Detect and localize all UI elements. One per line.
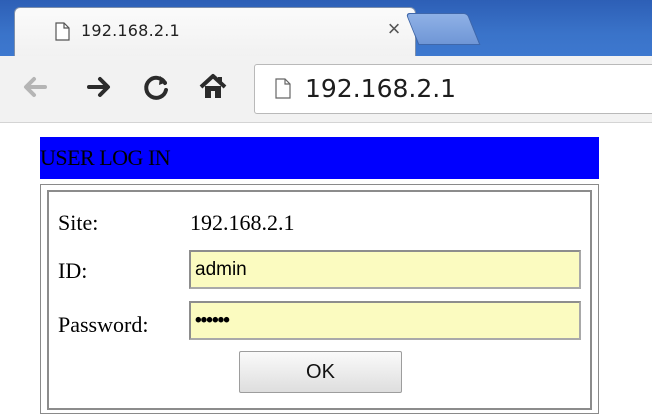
site-value: 192.168.2.1 [190,210,295,235]
site-label: Site: [58,210,99,235]
reload-icon[interactable] [140,70,174,104]
login-title: USER LOG IN [40,145,171,170]
close-tab-icon[interactable]: × [382,17,406,41]
new-tab-button[interactable] [405,13,481,45]
url-text: 192.168.2.1 [305,74,457,103]
tab-title: 192.168.2.1 [81,21,180,40]
browser-toolbar: 192.168.2.1 [0,56,652,123]
login-header: USER LOG IN [40,137,599,179]
id-label: ID: [58,258,88,283]
page-icon [275,78,291,99]
tab-strip: 192.168.2.1 × [0,0,652,57]
address-bar[interactable]: 192.168.2.1 [254,64,652,114]
password-label: Password: [58,312,149,337]
back-icon[interactable] [18,70,52,104]
forward-icon[interactable] [82,70,116,104]
password-input[interactable] [189,301,581,340]
page-icon [55,22,70,41]
home-icon[interactable] [196,70,230,104]
browser-tab[interactable]: 192.168.2.1 × [14,7,416,57]
ok-button[interactable]: OK [239,351,402,393]
id-input[interactable] [189,250,581,289]
